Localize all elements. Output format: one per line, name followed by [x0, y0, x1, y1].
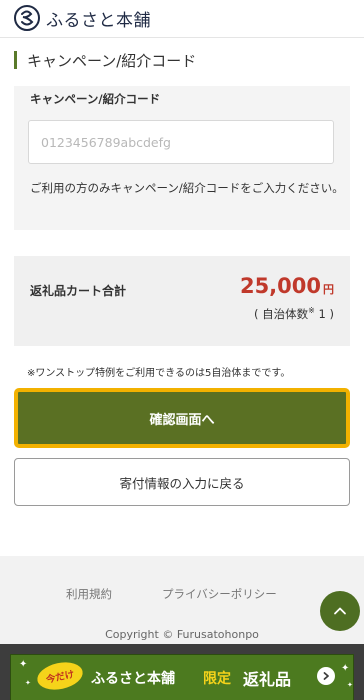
sparkle-icon: ✦ [341, 663, 350, 674]
terms-link[interactable]: 利用規約 [66, 586, 112, 602]
campaign-code-panel: キャンペーン/紹介コード ご利用の方のみキャンペーン/紹介コードをご入力ください… [14, 86, 350, 230]
cart-total-price: 25,000 円 [240, 274, 334, 298]
section-title-text: キャンペーン/紹介コード [27, 51, 197, 70]
municipality-count: ( 自治体数※ 1 ) [254, 306, 334, 322]
promo-banner: ✦ ✦ 今だけ ふるさと本舗 限定 返礼品 ✦ ✦ [0, 644, 364, 700]
campaign-code-label: キャンペーン/紹介コード [30, 92, 161, 106]
promo-banner-link[interactable]: ✦ ✦ 今だけ ふるさと本舗 限定 返礼品 ✦ ✦ [10, 654, 354, 700]
brand-name: ふるさと本舗 [46, 10, 151, 31]
banner-brand: ふるさと本舗 [91, 671, 175, 687]
campaign-code-input[interactable] [28, 120, 334, 164]
cart-total-label: 返礼品カート合計 [30, 284, 127, 298]
municipality-count-prefix: ( 自治体数 [254, 307, 309, 321]
badge-text: 今だけ [45, 669, 76, 686]
sparkle-icon: ✦ [19, 659, 28, 670]
municipality-count-mark: ※ [308, 306, 315, 316]
limited-time-badge: 今だけ [34, 658, 86, 694]
banner-limited: 限定 [203, 671, 231, 687]
site-footer: 利用規約 プライバシーポリシー Copyright © Furusatohonp… [0, 556, 364, 644]
banner-item: 返礼品 [243, 670, 292, 689]
confirm-button[interactable]: 確認画面へ [14, 388, 350, 448]
chevron-right-icon [317, 667, 335, 685]
one-stop-notice: ※ワンストップ特例をご利用できるのは5自治体までです。 [27, 368, 291, 379]
back-to-donation-info-button[interactable]: 寄付情報の入力に戻る [14, 458, 350, 506]
cart-total-amount: 25,000 [239, 274, 321, 298]
hoshi-logo-icon [14, 5, 40, 31]
sparkle-icon: ✦ [347, 681, 353, 689]
scroll-top-button[interactable] [320, 591, 360, 631]
sparkle-icon: ✦ [25, 679, 31, 687]
copyright: Copyright © Furusatohonpo [105, 628, 259, 641]
chevron-up-icon [334, 607, 346, 615]
site-logo[interactable]: ふるさと本舗 [14, 4, 151, 32]
privacy-policy-link[interactable]: プライバシーポリシー [162, 586, 277, 602]
cart-total-currency: 円 [323, 283, 334, 296]
campaign-code-note: ご利用の方のみキャンペーン/紹介コードをご入力ください。 [30, 181, 344, 195]
municipality-count-value: 1 ) [314, 307, 334, 321]
cart-total-box: 返礼品カート合計 25,000 円 ( 自治体数※ 1 ) [14, 256, 350, 346]
site-header: ふるさと本舗 [0, 0, 364, 38]
section-accent-bar [14, 51, 17, 69]
section-title: キャンペーン/紹介コード [14, 50, 196, 70]
